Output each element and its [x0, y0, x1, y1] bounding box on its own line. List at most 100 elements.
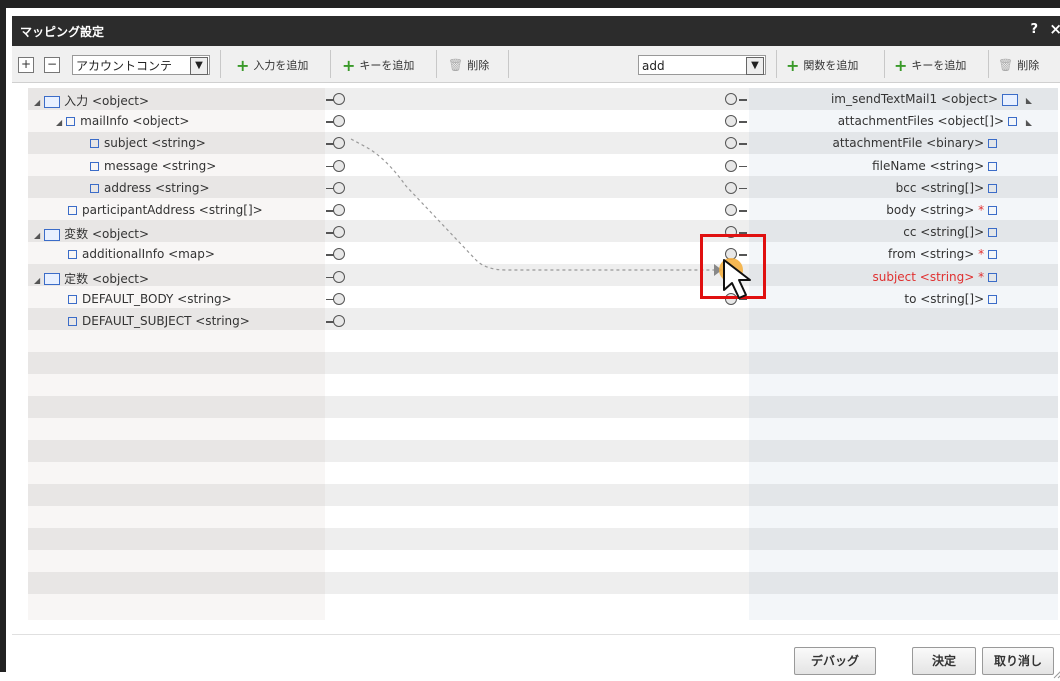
target-tree-row[interactable]: body <string> * — [886, 203, 1002, 217]
source-tree-row[interactable]: ◢ mailInfo <object> — [56, 114, 189, 128]
delete-right-label: 削除 — [1017, 59, 1040, 72]
source-tree-row[interactable]: message <string> — [78, 159, 216, 173]
connector-stub — [739, 99, 747, 101]
dialog-footer: デバッグ 決定 取り消し — [12, 634, 1060, 681]
source-connector-node[interactable] — [333, 181, 345, 194]
source-field-label: DEFAULT_SUBJECT <string> — [82, 314, 250, 328]
plus-icon: + — [236, 55, 250, 75]
add-key-left-button[interactable]: + キーを追加 — [342, 55, 414, 75]
expand-triangle-icon[interactable]: ◣ — [1026, 118, 1032, 127]
target-field-label: cc <string[]> — [903, 225, 985, 240]
source-connector-node[interactable] — [333, 204, 345, 216]
source-field-label: DEFAULT_BODY <string> — [82, 291, 232, 306]
ok-button[interactable]: 決定 — [912, 647, 976, 675]
source-connector-node[interactable] — [333, 315, 345, 327]
target-tree-row[interactable]: to <string[]> — [904, 292, 1002, 306]
pointer-cursor-icon — [723, 259, 751, 299]
field-icon — [988, 161, 997, 171]
toolbar-divider — [884, 50, 885, 78]
source-tree-row[interactable]: participantAddress <string[]> — [56, 203, 263, 217]
plus-icon: + — [786, 55, 800, 75]
expand-triangle-icon[interactable]: ◢ — [34, 231, 40, 240]
field-icon — [68, 250, 77, 260]
target-tree-row[interactable]: fileName <string> — [872, 159, 1002, 173]
source-tree-row[interactable]: ◢ 変数 <object> — [34, 225, 149, 242]
source-tree-row[interactable]: ◢ 定数 <object> — [34, 270, 149, 287]
toolbar-divider — [220, 50, 221, 78]
expand-triangle-icon[interactable]: ◢ — [56, 118, 62, 127]
field-icon — [90, 183, 99, 193]
source-field-label: participantAddress <string[]> — [82, 203, 263, 217]
target-tree-row[interactable]: attachmentFiles <object[]> ◣ — [838, 114, 1036, 128]
target-tree-row[interactable]: from <string> * — [888, 247, 1002, 261]
target-connector-node[interactable] — [725, 93, 737, 105]
target-connector-node[interactable] — [725, 204, 737, 216]
target-connector-node[interactable] — [725, 181, 737, 194]
source-connector-node[interactable] — [333, 292, 345, 305]
target-field-label: fileName <string> — [872, 158, 985, 173]
help-icon[interactable]: ? — [1030, 22, 1038, 37]
cancel-button[interactable]: 取り消し — [982, 647, 1054, 675]
object-icon — [1001, 93, 1018, 106]
delete-right-button[interactable]: 🗑 削除 — [998, 55, 1039, 75]
required-marker: * — [978, 269, 985, 284]
source-connector-node[interactable] — [333, 93, 345, 105]
expand-triangle-icon[interactable]: ◣ — [1026, 96, 1032, 105]
target-tree-row[interactable]: im_sendTextMail1 <object> ◣ — [831, 92, 1036, 106]
field-icon — [988, 250, 997, 260]
plus-icon: + — [342, 55, 356, 75]
account-context-select-value: アカウントコンテ — [76, 59, 173, 73]
field-icon — [988, 183, 997, 193]
add-key-left-label: キーを追加 — [359, 59, 415, 72]
mapping-dialog: マッピング設定 ? × + − アカウントコンテ ▼ + 入力を追加 + キーを… — [0, 0, 1060, 681]
source-tree-row[interactable]: address <string> — [78, 181, 210, 195]
expand-triangle-icon[interactable]: ◢ — [34, 98, 40, 107]
debug-button[interactable]: デバッグ — [794, 647, 876, 675]
source-tree-row[interactable]: additionalInfo <map> — [56, 247, 215, 261]
collapse-all-button[interactable]: − — [44, 57, 60, 73]
expand-triangle-icon[interactable]: ◢ — [34, 276, 40, 285]
toolbar: + − アカウントコンテ ▼ + 入力を追加 + キーを追加 🗑 削除 add … — [12, 46, 1060, 83]
target-connector-node[interactable] — [725, 159, 737, 172]
source-field-label: subject <string> — [104, 136, 206, 151]
source-field-label: mailInfo <object> — [80, 114, 190, 129]
field-icon — [988, 206, 997, 215]
toolbar-divider — [436, 50, 437, 78]
toolbar-divider — [988, 50, 989, 78]
source-connector-node[interactable] — [333, 270, 345, 283]
function-select[interactable]: add ▼ — [638, 55, 766, 75]
source-field-label: 変数 <object> — [64, 227, 150, 242]
trash-icon: 🗑 — [448, 58, 464, 72]
account-context-select[interactable]: アカウントコンテ ▼ — [72, 55, 210, 75]
field-icon — [988, 294, 997, 304]
add-function-button[interactable]: + 関数を追加 — [786, 55, 858, 75]
target-tree-row[interactable]: cc <string[]> — [903, 225, 1002, 239]
source-field-label: 定数 <object> — [64, 271, 150, 286]
target-tree-row[interactable]: bcc <string[]> — [896, 181, 1002, 195]
function-select-value: add — [642, 59, 665, 73]
connector-stub — [739, 121, 747, 123]
source-tree-row[interactable]: DEFAULT_SUBJECT <string> — [56, 314, 250, 328]
target-field-label: bcc <string[]> — [895, 180, 985, 195]
object-icon — [44, 273, 61, 286]
target-tree-row[interactable]: subject <string> * — [872, 270, 1002, 284]
required-marker: * — [978, 203, 985, 217]
field-icon — [988, 139, 997, 149]
source-tree-row[interactable]: ◢ 入力 <object> — [34, 92, 149, 109]
source-tree-row[interactable]: subject <string> — [78, 136, 206, 150]
target-tree-row[interactable]: attachmentFile <binary> — [833, 136, 1002, 150]
connector-stub — [739, 187, 747, 190]
add-input-button[interactable]: + 入力を追加 — [236, 55, 308, 75]
source-tree-row[interactable]: DEFAULT_BODY <string> — [56, 292, 232, 306]
delete-left-button[interactable]: 🗑 削除 — [448, 55, 489, 75]
source-field-label: 入力 <object> — [64, 94, 150, 108]
add-key-right-button[interactable]: + キーを追加 — [894, 55, 966, 75]
source-connector-node[interactable] — [333, 159, 345, 172]
target-field-label: im_sendTextMail1 <object> — [830, 92, 999, 106]
close-icon[interactable]: × — [1049, 20, 1060, 38]
delete-left-label: 削除 — [467, 59, 490, 72]
chevron-down-icon: ▼ — [190, 57, 208, 75]
expand-all-button[interactable]: + — [18, 57, 34, 73]
resize-grip-icon[interactable] — [1052, 667, 1060, 679]
field-icon — [90, 139, 99, 149]
